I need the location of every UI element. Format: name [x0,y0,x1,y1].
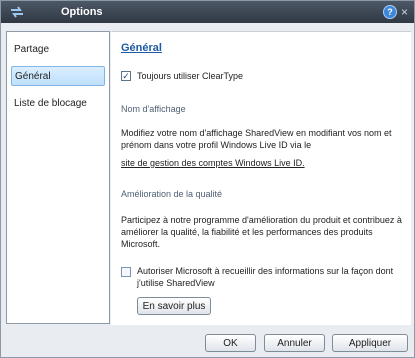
account-management-link[interactable]: site de gestion des comptes Windows Live… [121,158,305,168]
sidebar-item-liste-de-blocage[interactable]: Liste de blocage [11,94,105,114]
sidebar-item-label: Général [15,71,51,82]
quality-description: Participez à notre programme d'améliorat… [121,215,402,249]
close-icon[interactable]: × [401,6,408,18]
sidebar-item-general[interactable]: Général [11,66,105,86]
authorize-checkbox[interactable] [121,267,131,277]
title-bar: Options ? × [1,1,414,23]
window-title: Options [61,6,103,18]
sharedview-app-icon [11,6,23,18]
authorize-label: Autoriser Microsoft à recueillir des inf… [137,266,394,288]
display-name-description: Modifiez votre nom d'affichage SharedVie… [121,128,392,150]
display-name-group-title: Nom d'affichage [121,104,186,114]
ok-button[interactable]: OK [205,334,256,352]
sidebar-item-label: Partage [14,44,50,55]
dialog-footer: OK Annuler Appliquer [1,325,414,358]
cleartype-label: Toujours utiliser ClearType [137,71,244,81]
help-icon[interactable]: ? [382,5,397,19]
cancel-button[interactable]: Annuler [264,334,325,352]
learn-more-button[interactable]: En savoir plus [137,297,211,315]
section-title: Général [121,42,162,54]
sidebar-item-partage[interactable]: Partage [11,40,105,60]
quality-group-title: Amélioration de la qualité [121,189,223,199]
settings-panel: Général ✓ Toujours utiliser ClearType No… [111,31,411,325]
cleartype-checkbox[interactable]: ✓ [121,71,131,81]
checkmark-icon: ✓ [122,70,130,81]
options-window: Options ? × Partage Général Liste de blo… [0,0,415,358]
sidebar: Partage Général Liste de blocage [6,31,110,324]
sidebar-item-label: Liste de blocage [14,98,87,109]
apply-button[interactable]: Appliquer [332,334,408,352]
